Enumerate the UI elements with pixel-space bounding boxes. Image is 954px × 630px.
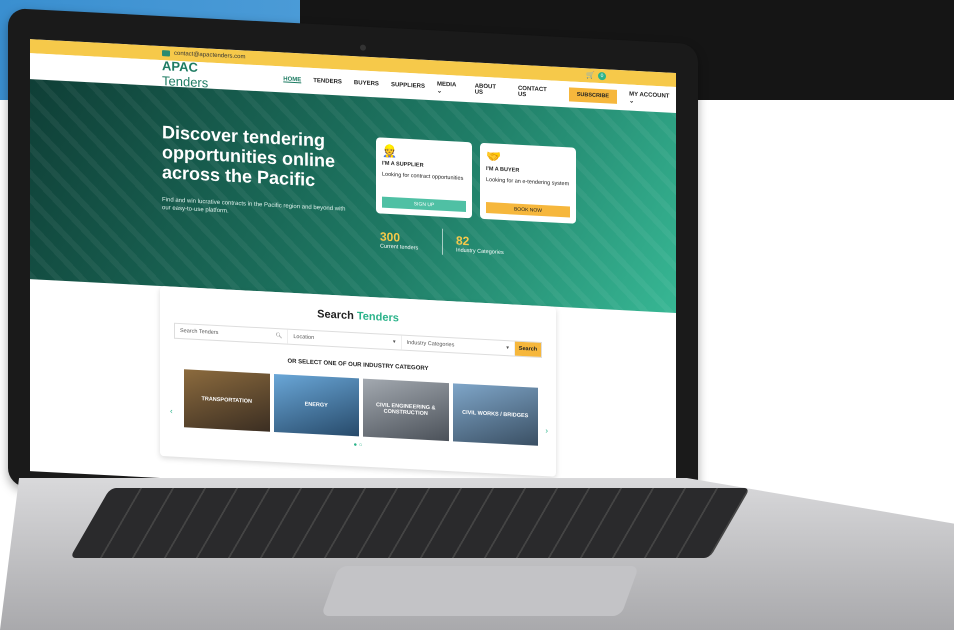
- nav-item-about[interactable]: ABOUT US: [475, 83, 506, 97]
- category-energy[interactable]: ENERGY: [273, 373, 359, 437]
- book-now-button[interactable]: BOOK NOW: [486, 202, 570, 218]
- supplier-card-title: I'M A SUPPLIER: [382, 160, 424, 169]
- worker-icon: 👷: [382, 143, 397, 159]
- sign-up-button[interactable]: SIGN UP: [382, 196, 466, 213]
- search-icon: 🔍︎: [275, 333, 283, 340]
- hero-title: Discover tendering opportunities online …: [162, 122, 335, 191]
- cart-count-badge: 0: [598, 71, 606, 81]
- stat-divider: [442, 228, 443, 255]
- search-placeholder: Search Tenders: [180, 328, 219, 337]
- category-civil-engineering[interactable]: CIVIL ENGINEERING & CONSTRUCTION: [363, 378, 449, 442]
- handshake-icon: 🤝: [486, 149, 501, 164]
- hero-section: Discover tendering opportunities online …: [30, 79, 676, 314]
- buyer-card: 🤝 I'M A BUYER Looking for an e-tendering…: [480, 142, 576, 224]
- cart[interactable]: 🛒 0: [586, 71, 606, 81]
- buyer-card-desc: Looking for an e-tendering system: [486, 177, 570, 188]
- laptop-screen: contact@apactenders.com 🛒 0 APAC Tenders…: [30, 39, 676, 506]
- category-carousel: TRANSPORTATION ENERGY CIVIL ENGINEERING …: [184, 369, 538, 446]
- nav-item-tenders[interactable]: TENDERS: [313, 78, 342, 86]
- stat-label: Industry Categories: [456, 247, 504, 256]
- location-select[interactable]: Location ▾: [288, 329, 402, 350]
- trackpad: [320, 566, 640, 616]
- search-heading-b: Tenders: [356, 310, 399, 325]
- carousel-prev-icon[interactable]: ‹: [170, 406, 173, 415]
- search-input[interactable]: Search Tenders 🔍︎: [175, 323, 289, 344]
- carousel-next-icon[interactable]: ›: [545, 426, 548, 435]
- chevron-down-icon: ▾: [392, 339, 396, 346]
- search-heading-a: Search: [317, 308, 357, 323]
- category-select[interactable]: Industry Categories ▾: [401, 335, 515, 356]
- category-civil-works[interactable]: CIVIL WORKS / BRIDGES: [452, 383, 538, 446]
- supplier-card-desc: Looking for contract opportunities: [382, 171, 464, 182]
- nav-item-home[interactable]: HOME: [283, 76, 301, 83]
- nav-item-suppliers[interactable]: SUPPLIERS: [391, 82, 425, 90]
- stat-label: Current tenders: [380, 243, 419, 252]
- laptop-lid: contact@apactenders.com 🛒 0 APAC Tenders…: [8, 8, 698, 523]
- mail-icon: [162, 50, 170, 57]
- category-label: Industry Categories: [406, 339, 455, 349]
- webcam-icon: [360, 44, 366, 51]
- location-label: Location: [293, 333, 315, 342]
- nav-item-contact[interactable]: CONTACT US: [518, 86, 557, 100]
- hero-subtitle: Find and win lucrative contracts in the …: [162, 197, 346, 215]
- search-panel: Search Tenders Search Tenders 🔍︎ Locatio…: [160, 285, 556, 477]
- search-button[interactable]: Search: [514, 341, 541, 357]
- buyer-card-title: I'M A BUYER: [486, 166, 520, 174]
- my-account-menu[interactable]: MY ACCOUNT ⌄: [629, 91, 676, 106]
- stat-current-tenders: 300 Current tenders: [380, 229, 418, 251]
- nav-item-media[interactable]: MEDIA ⌄: [437, 81, 463, 95]
- cart-icon[interactable]: 🛒: [586, 71, 595, 79]
- stat-industry-categories: 82 Industry Categories: [456, 233, 504, 256]
- subscribe-button[interactable]: SUBSCRIBE: [568, 87, 618, 104]
- category-transportation[interactable]: TRANSPORTATION: [184, 369, 270, 432]
- nav-item-buyers[interactable]: BUYERS: [354, 80, 379, 87]
- chevron-down-icon: ▾: [506, 345, 509, 352]
- keyboard: [69, 488, 751, 558]
- supplier-card: 👷 I'M A SUPPLIER Looking for contract op…: [376, 137, 472, 219]
